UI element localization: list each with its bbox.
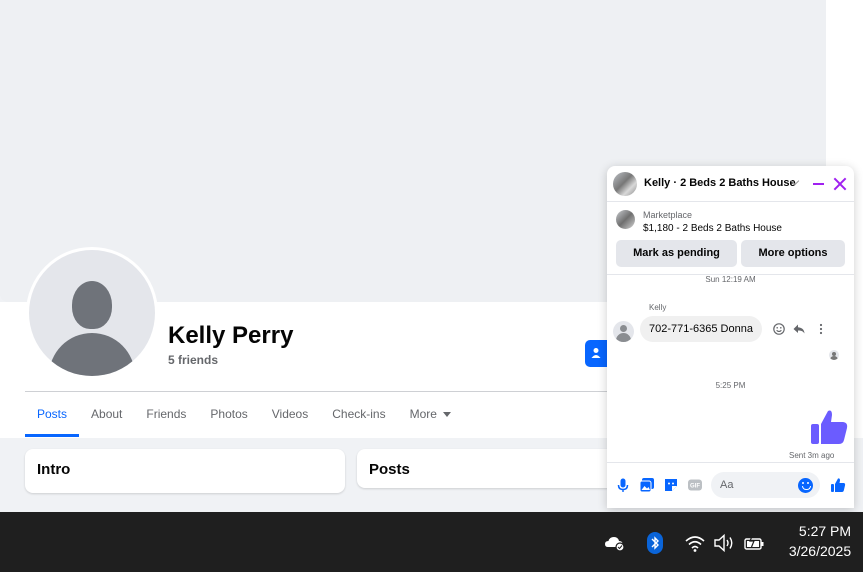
intro-title: Intro <box>37 461 71 478</box>
wifi-icon[interactable] <box>684 532 706 554</box>
posts-title: Posts <box>369 461 410 478</box>
reply-icon[interactable] <box>792 322 806 336</box>
sent-status: Sent 3m ago <box>789 451 835 460</box>
profile-picture[interactable] <box>26 247 158 379</box>
react-icon[interactable] <box>772 322 786 336</box>
chat-title[interactable]: Kelly · 2 Beds 2 Baths House <box>644 177 796 189</box>
close-icon[interactable] <box>833 177 847 191</box>
caret-down-icon <box>442 412 451 418</box>
emoji-icon[interactable] <box>798 478 813 493</box>
more-actions-icon[interactable] <box>814 322 828 336</box>
posts-card: Posts <box>357 449 617 488</box>
message-timestamp-2: 5:25 PM <box>715 381 746 390</box>
marketplace-thumbnail[interactable] <box>616 210 635 229</box>
bluetooth-icon[interactable] <box>644 532 666 554</box>
taskbar-time[interactable]: 5:27 PM <box>790 523 860 539</box>
sender-avatar[interactable] <box>613 321 634 342</box>
default-avatar-icon <box>29 250 155 376</box>
add-friend-button[interactable] <box>585 340 609 367</box>
more-options-button[interactable]: More options <box>741 240 845 267</box>
mark-as-pending-button[interactable]: Mark as pending <box>616 240 737 267</box>
message-bubble[interactable]: 702-771-6365 Donna <box>640 316 762 342</box>
messenger-chat-window: Kelly · 2 Beds 2 Baths House Marketplace… <box>607 166 854 508</box>
listing-title[interactable]: $1,180 - 2 Beds 2 Baths House <box>643 223 782 234</box>
chat-header[interactable]: Kelly · 2 Beds 2 Baths House <box>607 166 854 202</box>
tab-about[interactable]: About <box>79 392 134 437</box>
svg-text:GIF: GIF <box>690 484 700 490</box>
taskbar-date[interactable]: 3/26/2025 <box>780 543 860 559</box>
composer-divider <box>607 462 854 463</box>
tab-more-label: More <box>409 407 437 421</box>
marketplace-label: Marketplace <box>643 210 693 220</box>
volume-icon[interactable] <box>713 532 735 554</box>
battery-icon[interactable] <box>743 532 765 554</box>
listing-thumbnail <box>613 172 637 196</box>
tab-posts[interactable]: Posts <box>25 392 80 437</box>
tab-friends[interactable]: Friends <box>134 392 198 437</box>
tab-check-ins[interactable]: Check-ins <box>320 392 397 437</box>
friends-count[interactable]: 5 friends <box>168 353 218 367</box>
like-button-icon[interactable] <box>830 477 846 493</box>
photo-icon[interactable] <box>639 477 655 493</box>
minimize-icon[interactable] <box>813 183 824 185</box>
gif-icon[interactable]: GIF <box>687 477 703 493</box>
onedrive-icon[interactable] <box>604 532 626 554</box>
tab-photos[interactable]: Photos <box>198 392 259 437</box>
tab-more[interactable]: More <box>398 392 463 437</box>
sender-name: Kelly <box>649 303 667 312</box>
thumbs-up-icon[interactable] <box>809 407 849 447</box>
intro-card: Intro <box>25 449 345 493</box>
profile-name: Kelly Perry <box>168 322 294 349</box>
profile-tabs: Posts About Friends Photos Videos Check-… <box>25 392 463 437</box>
tab-videos[interactable]: Videos <box>260 392 320 437</box>
seen-indicator-avatar <box>829 350 839 360</box>
message-timestamp: Sun 12:19 AM <box>705 275 756 284</box>
sticker-icon[interactable] <box>663 477 679 493</box>
microphone-icon[interactable] <box>615 477 631 493</box>
add-friend-icon <box>591 348 601 358</box>
